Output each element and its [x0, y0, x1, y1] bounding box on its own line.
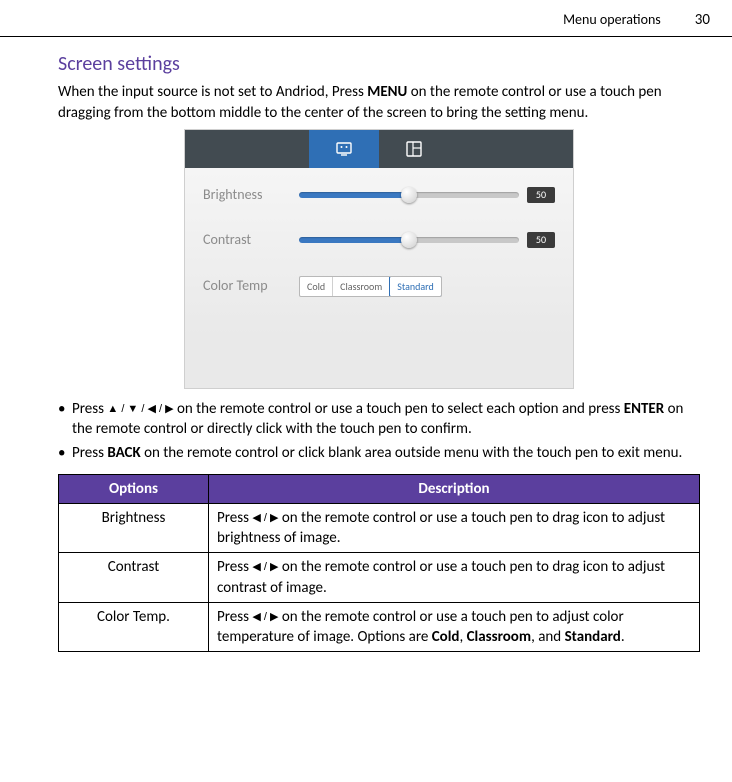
section-title: Screen settings — [58, 51, 700, 78]
back-keyword: BACK — [107, 444, 140, 462]
instruction-list: Press ▲ / ▼ / ◀ / ▶ on the remote contro… — [58, 399, 700, 464]
th-options: Options — [59, 474, 209, 503]
contrast-label: Contrast — [203, 231, 299, 250]
r2-pre: Press — [217, 608, 252, 626]
r2-sep1: , — [459, 628, 466, 646]
intro-paragraph: When the input source is not set to Andr… — [58, 82, 700, 123]
page-content: Screen settings When the input source is… — [0, 37, 732, 652]
opt-standard: Standard — [565, 628, 621, 646]
opt-cold: Cold — [432, 628, 460, 646]
header-section: Menu operations — [563, 11, 661, 30]
contrast-row: Contrast 50 — [203, 231, 555, 250]
settings-body: Brightness 50 Contrast 50 — [185, 168, 573, 388]
b2-pre: Press — [72, 444, 107, 462]
options-table: Options Description Brightness Press ◀ /… — [58, 474, 700, 653]
opt-brightness: Brightness — [59, 503, 209, 553]
brightness-slider[interactable] — [299, 192, 519, 198]
intro-text-pre: When the input source is not set to Andr… — [58, 83, 367, 101]
r1-post: on the remote control or use a touch pen… — [217, 558, 665, 596]
brightness-value: 50 — [527, 187, 555, 203]
color-temp-label: Color Temp — [203, 277, 299, 296]
brightness-label: Brightness — [203, 186, 299, 205]
lr-arrows-icon: ◀ / ▶ — [252, 561, 278, 573]
instruction-item-1: Press ▲ / ▼ / ◀ / ▶ on the remote contro… — [58, 399, 700, 440]
settings-panel: Brightness 50 Contrast 50 — [184, 129, 574, 389]
desc-color-temp: Press ◀ / ▶ on the remote control or use… — [209, 602, 700, 652]
table-header-row: Options Description — [59, 474, 700, 503]
opt-contrast: Contrast — [59, 553, 209, 603]
b2-post: on the remote control or click blank are… — [141, 444, 683, 462]
brightness-slider-handle[interactable] — [401, 187, 417, 203]
r1-pre: Press — [217, 558, 252, 576]
brightness-row: Brightness 50 — [203, 186, 555, 205]
opt-color-temp: Color Temp. — [59, 602, 209, 652]
enter-keyword: ENTER — [624, 400, 664, 418]
contrast-slider-wrap: 50 — [299, 232, 555, 248]
r2-period: . — [621, 628, 625, 646]
contrast-value: 50 — [527, 232, 555, 248]
color-temp-options: Cold Classroom Standard — [299, 276, 442, 298]
arrow-keys-icon: ▲ / ▼ / ◀ / ▶ — [107, 403, 173, 415]
contrast-slider-handle[interactable] — [401, 232, 417, 248]
desc-contrast: Press ◀ / ▶ on the remote control or use… — [209, 553, 700, 603]
settings-tabs — [185, 130, 573, 168]
lr-arrows-icon: ◀ / ▶ — [252, 611, 278, 623]
settings-figure: Brightness 50 Contrast 50 — [58, 129, 700, 389]
r0-pre: Press — [217, 509, 252, 527]
page-header: Menu operations 30 — [0, 0, 732, 37]
secondary-tab-icon[interactable] — [379, 130, 449, 168]
r2-sep2: , and — [531, 628, 564, 646]
color-temp-row: Color Temp Cold Classroom Standard — [203, 276, 555, 298]
instruction-item-2: Press BACK on the remote control or clic… — [58, 443, 700, 463]
color-temp-classroom[interactable]: Classroom — [333, 277, 390, 297]
table-row: Contrast Press ◀ / ▶ on the remote contr… — [59, 553, 700, 603]
desc-brightness: Press ◀ / ▶ on the remote control or use… — [209, 503, 700, 553]
contrast-slider[interactable] — [299, 237, 519, 243]
display-tab-icon[interactable] — [309, 130, 379, 168]
brightness-slider-wrap: 50 — [299, 187, 555, 203]
color-temp-standard[interactable]: Standard — [389, 276, 442, 298]
menu-keyword: MENU — [367, 83, 407, 101]
b1-pre: Press — [72, 400, 107, 418]
table-row: Brightness Press ◀ / ▶ on the remote con… — [59, 503, 700, 553]
th-description: Description — [209, 474, 700, 503]
table-row: Color Temp. Press ◀ / ▶ on the remote co… — [59, 602, 700, 652]
color-temp-cold[interactable]: Cold — [300, 277, 333, 297]
header-page-number: 30 — [695, 10, 710, 30]
b1-mid: on the remote control or use a touch pen… — [174, 400, 624, 418]
r0-post: on the remote control or use a touch pen… — [217, 509, 665, 547]
lr-arrows-icon: ◀ / ▶ — [252, 512, 278, 524]
opt-classroom: Classroom — [467, 628, 531, 646]
color-temp-segment: Cold Classroom Standard — [299, 276, 442, 298]
